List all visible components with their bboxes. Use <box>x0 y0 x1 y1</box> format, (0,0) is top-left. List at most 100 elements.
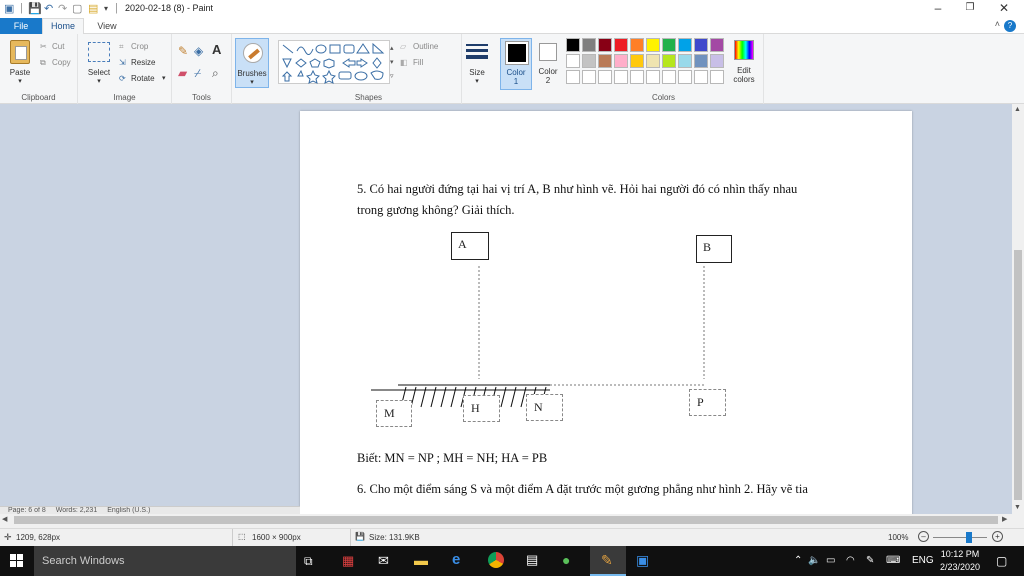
rotate-button[interactable]: Rotate <box>131 74 155 83</box>
paint-taskbar-button[interactable]: ✎ <box>590 546 626 576</box>
brushes-button[interactable]: Brushes ▾ <box>235 38 269 88</box>
input-language[interactable]: ENG <box>912 555 934 566</box>
custom-color-slot[interactable] <box>646 70 660 84</box>
palette-swatch[interactable] <box>614 54 628 68</box>
pencil-icon[interactable]: ✎ <box>178 44 188 58</box>
collapse-ribbon-icon[interactable]: ˄ <box>995 19 1000 29</box>
horizontal-scrollbar[interactable]: ◀ ▶ <box>0 514 1012 526</box>
palette-swatch[interactable] <box>646 38 660 52</box>
palette-swatch[interactable] <box>662 54 676 68</box>
palette-swatch[interactable] <box>710 54 724 68</box>
battery-icon[interactable]: ▭ <box>826 555 835 566</box>
fill-bucket-icon[interactable]: ◈ <box>194 44 203 58</box>
custom-color-slot[interactable] <box>566 70 580 84</box>
custom-color-slot[interactable] <box>582 70 596 84</box>
search-box[interactable]: Search Windows <box>34 546 296 576</box>
scroll-left-icon[interactable]: ◀ <box>2 515 7 523</box>
paste-dropdown-icon[interactable]: ▾ <box>6 77 34 85</box>
document-page[interactable]: 5. Có hai người đứng tại hai vị trí A, B… <box>300 111 912 514</box>
canvas-area[interactable]: 5. Có hai người đứng tại hai vị trí A, B… <box>0 104 1012 514</box>
custom-color-slot[interactable] <box>678 70 692 84</box>
edge-browser-icon[interactable]: e <box>452 551 460 568</box>
resize-button[interactable]: Resize <box>131 58 155 67</box>
scroll-down-icon[interactable]: ▼ <box>1014 504 1021 511</box>
scroll-right-icon[interactable]: ▶ <box>1002 515 1007 523</box>
undo-icon[interactable]: ↶ <box>44 2 53 15</box>
tab-view[interactable]: View <box>90 18 124 34</box>
mail-app-icon[interactable]: ✉ <box>378 553 389 569</box>
redo-icon[interactable]: ↷ <box>58 2 67 15</box>
palette-swatch[interactable] <box>694 54 708 68</box>
store-app-icon[interactable]: ▦ <box>342 553 354 569</box>
save-icon[interactable]: 💾 <box>28 2 42 15</box>
edit-colors-icon[interactable] <box>734 40 754 60</box>
zoom-slider-thumb[interactable] <box>966 532 972 543</box>
word-app-icon[interactable]: ▣ <box>636 552 649 569</box>
pinned-app-icon[interactable]: ● <box>562 552 570 568</box>
tab-file[interactable]: File <box>0 18 42 34</box>
zoom-in-button[interactable]: + <box>992 531 1003 542</box>
close-button[interactable]: ✕ <box>988 1 1020 15</box>
zoom-out-button[interactable]: – <box>918 531 929 542</box>
custom-color-slot[interactable] <box>662 70 676 84</box>
edit-colors-label-line1[interactable]: Edit <box>728 66 760 75</box>
vertical-scrollbar[interactable]: ▲ ▼ <box>1012 104 1024 514</box>
copy-button[interactable]: Copy <box>52 58 71 67</box>
custom-color-slot[interactable] <box>598 70 612 84</box>
file-explorer-icon[interactable]: ▬ <box>414 552 428 568</box>
palette-swatch[interactable] <box>646 54 660 68</box>
cut-button[interactable]: Cut <box>52 42 64 51</box>
palette-swatch[interactable] <box>582 54 596 68</box>
wifi-icon[interactable]: ◠ <box>846 555 855 566</box>
shapes-gallery[interactable] <box>278 40 390 84</box>
customize-quick-access-icon[interactable]: ▾ <box>104 4 108 13</box>
size-button[interactable]: Size ▾ <box>464 40 490 90</box>
horizontal-scroll-thumb[interactable] <box>14 516 998 524</box>
color-picker-icon[interactable]: ⌿ <box>194 66 201 81</box>
pen-icon[interactable]: ✎ <box>866 555 874 566</box>
palette-swatch[interactable] <box>566 38 580 52</box>
select-dropdown-icon[interactable]: ▾ <box>82 77 116 85</box>
palette-swatch[interactable] <box>710 38 724 52</box>
select-button[interactable]: Select <box>82 68 116 77</box>
custom-color-slot[interactable] <box>630 70 644 84</box>
task-view-icon[interactable]: ⧉ <box>304 554 313 569</box>
chrome-browser-icon[interactable] <box>488 552 504 568</box>
eraser-icon[interactable]: ▰ <box>178 66 187 80</box>
palette-swatch[interactable] <box>630 38 644 52</box>
scroll-up-icon[interactable]: ▲ <box>1014 106 1021 113</box>
custom-color-slot[interactable] <box>694 70 708 84</box>
fill-button[interactable]: Fill <box>413 58 423 67</box>
palette-swatch[interactable] <box>598 38 612 52</box>
open-folder-icon[interactable]: ▤ <box>88 2 98 15</box>
keyboard-icon[interactable]: ⌨ <box>886 555 900 566</box>
palette-swatch[interactable] <box>678 38 692 52</box>
palette-swatch[interactable] <box>694 38 708 52</box>
windows-start-icon[interactable] <box>10 554 24 568</box>
show-hidden-icons-icon[interactable]: ⌃ <box>794 555 802 566</box>
taskbar-date[interactable]: 2/23/2020 <box>936 562 984 572</box>
palette-swatch[interactable] <box>614 38 628 52</box>
color2-button[interactable]: Color 2 <box>534 38 564 90</box>
custom-color-slot[interactable] <box>710 70 724 84</box>
vertical-scroll-thumb[interactable] <box>1014 250 1022 500</box>
outline-button[interactable]: Outline <box>413 42 438 51</box>
palette-swatch[interactable] <box>630 54 644 68</box>
crop-button[interactable]: Crop <box>131 42 148 51</box>
color1-button[interactable]: Color 1 <box>500 38 532 90</box>
select-icon[interactable] <box>88 42 110 62</box>
shapes-scroll-down-icon[interactable]: ▾ <box>390 58 394 66</box>
text-tool-icon[interactable]: A <box>212 42 221 57</box>
palette-swatch[interactable] <box>678 54 692 68</box>
calculator-app-icon[interactable]: ▤ <box>526 552 538 568</box>
palette-swatch[interactable] <box>582 38 596 52</box>
custom-color-slot[interactable] <box>614 70 628 84</box>
shapes-scroll-up-icon[interactable]: ▴ <box>390 44 394 52</box>
palette-swatch[interactable] <box>598 54 612 68</box>
new-file-icon[interactable]: ▢ <box>72 2 82 15</box>
rotate-dropdown-icon[interactable]: ▾ <box>162 74 166 82</box>
magnifier-icon[interactable]: ⌕ <box>212 66 219 81</box>
taskbar-time[interactable]: 10:12 PM <box>936 549 984 559</box>
palette-swatch[interactable] <box>662 38 676 52</box>
minimize-button[interactable]: – <box>922 1 954 15</box>
